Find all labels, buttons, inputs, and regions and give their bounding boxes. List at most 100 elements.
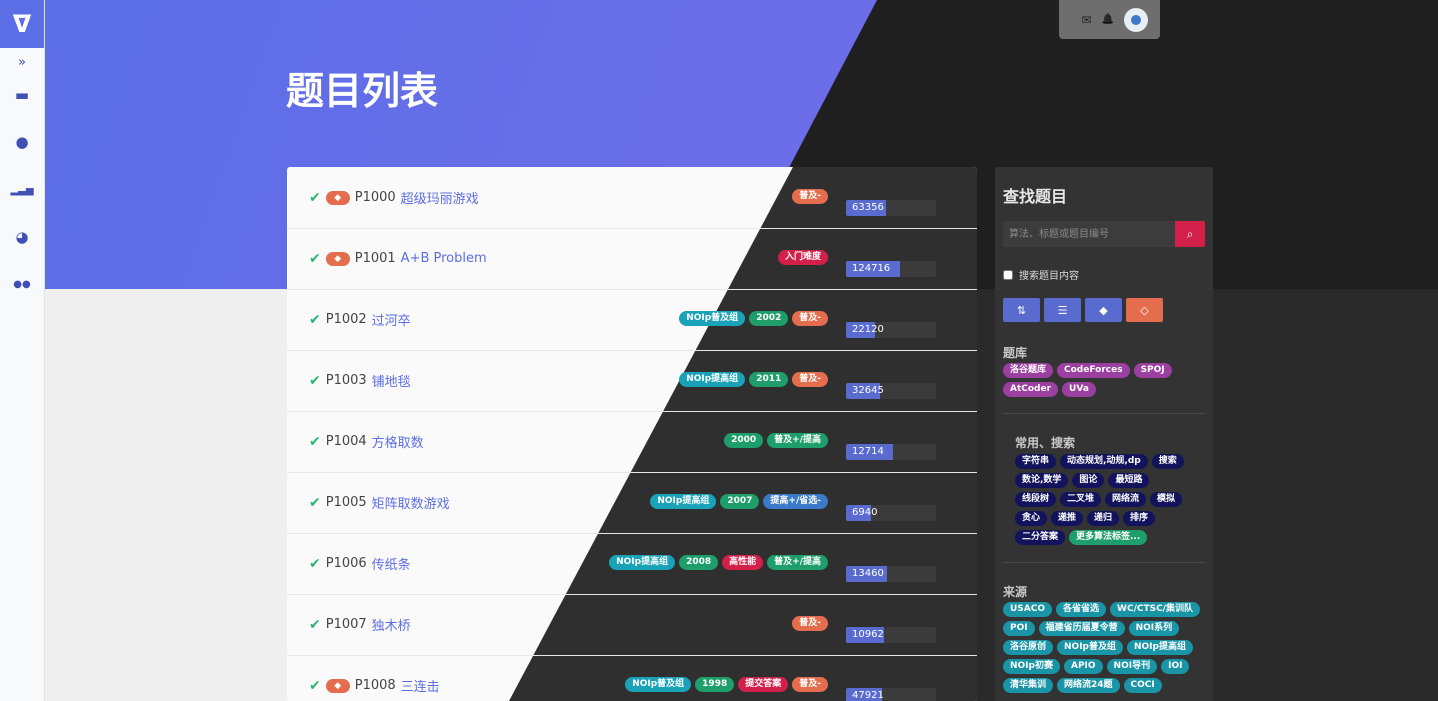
filter-chip[interactable]: 更多算法标签... (1069, 530, 1148, 545)
problem-tag[interactable]: NOIp普及组 (679, 311, 746, 326)
problem-tags: 2000 普及+/提高 (724, 433, 828, 448)
filter-chip[interactable]: USACO (1003, 602, 1053, 617)
signal-icon[interactable]: ▂▃▅ (0, 175, 44, 205)
filter-chip[interactable]: NOIp初赛 (1003, 659, 1060, 674)
filter-chip[interactable]: 动态规划,动规,dp (1060, 454, 1148, 469)
tags-icon[interactable]: ◆ (1085, 298, 1122, 322)
problem-title-link[interactable]: 独木桥 (372, 615, 411, 634)
section-title-library: 题库 (1003, 346, 1028, 360)
gem-icon: ◆ (325, 678, 350, 693)
problem-title-link[interactable]: 超级玛丽游戏 (401, 188, 479, 207)
filter-chip[interactable]: COCI (1123, 678, 1162, 693)
avatar[interactable] (1124, 7, 1148, 32)
problem-tag[interactable]: NOIp提高组 (650, 494, 717, 509)
problem-tag[interactable]: 普及- (792, 677, 828, 692)
problem-title-link[interactable]: 方格取数 (372, 432, 424, 451)
problem-title-link[interactable]: A+B Problem (401, 251, 487, 266)
filter-chip[interactable]: 线段树 (1015, 492, 1057, 507)
problem-tag[interactable]: 2000 (724, 433, 764, 448)
filter-chip[interactable]: 递推 (1051, 511, 1084, 526)
filter-chip[interactable]: 字符串 (1015, 454, 1057, 469)
mail-icon[interactable]: ✉ (1081, 13, 1091, 27)
filter-chip[interactable]: NOIp提高组 (1127, 640, 1193, 655)
problem-tag[interactable]: 普及+/提高 (767, 433, 828, 448)
problem-title-link[interactable]: 矩阵取数游戏 (372, 493, 450, 512)
problem-tag[interactable]: 普及- (792, 311, 828, 326)
problem-tag[interactable]: 1998 (695, 677, 735, 692)
problem-title-link[interactable]: 三连击 (401, 676, 440, 695)
search-button[interactable]: ⌕ (1175, 221, 1205, 247)
filter-chip[interactable]: 排序 (1123, 511, 1156, 526)
problem-tag[interactable]: 入门难度 (777, 250, 828, 265)
logo[interactable]: ᐁ (0, 0, 44, 48)
problem-tag[interactable]: 提高+/省选- (763, 494, 828, 509)
problem-tag[interactable]: 2011 (749, 372, 789, 387)
problem-tag[interactable]: NOIp提高组 (609, 555, 676, 570)
problem-tag[interactable]: 2007 (720, 494, 760, 509)
problem-tag[interactable]: 提交答案 (738, 677, 789, 692)
filter-chip[interactable]: NOI系列 (1128, 621, 1180, 636)
book-icon[interactable]: ▬ (0, 80, 44, 110)
sort-bars-icon[interactable]: ☰ (1044, 298, 1081, 322)
filter-chip[interactable]: 网络流24题 (1057, 678, 1120, 693)
filter-chip[interactable]: WC/CTSC/集训队 (1110, 602, 1200, 617)
problem-title-link[interactable]: 过河卒 (372, 310, 411, 329)
filter-chip[interactable]: CodeForces (1057, 363, 1130, 378)
problem-tags: 普及- (792, 189, 828, 204)
filter-chip[interactable]: 模拟 (1150, 492, 1183, 507)
problem-title-link[interactable]: 铺地毯 (372, 371, 411, 390)
problem-tag[interactable]: NOIp提高组 (679, 372, 746, 387)
problem-id: P1007 (325, 617, 367, 632)
bulb-icon[interactable]: ● (0, 127, 44, 157)
filter-chip[interactable]: 最短路 (1108, 473, 1150, 488)
filter-chip[interactable]: NOIp普及组 (1057, 640, 1123, 655)
filter-chip[interactable]: 洛谷题库 (1003, 363, 1054, 378)
filter-chip[interactable]: 二分答案 (1015, 530, 1066, 545)
filter-chip[interactable]: 网络流 (1105, 492, 1147, 507)
problem-id: P1008 (354, 678, 396, 693)
problem-tag[interactable]: 2002 (749, 311, 789, 326)
problem-tags: NOIp普及组 2002 普及- (679, 311, 828, 326)
filter-chip[interactable]: 贪心 (1015, 511, 1048, 526)
filter-chip[interactable]: 搜索 (1151, 454, 1184, 469)
problem-title-link[interactable]: 传纸条 (372, 554, 411, 573)
problem-tag[interactable]: 普及- (792, 616, 828, 631)
filter-chip[interactable]: UVa (1062, 382, 1096, 397)
bell-icon[interactable]: 🔔 (1102, 14, 1114, 25)
problem-tag[interactable]: 普及- (792, 372, 828, 387)
pass-rate-bar: 13460 (846, 566, 936, 582)
filter-chip[interactable]: NOI导刊 (1106, 659, 1158, 674)
problem-row: ✔ ◆ P1001 A+B Problem 入门难度 124716 (287, 228, 977, 290)
chat-icon[interactable]: ●● (0, 269, 44, 299)
pie-chart-icon[interactable]: ◕ (0, 222, 44, 252)
problem-tag[interactable]: 普及+/提高 (767, 555, 828, 570)
problem-tag[interactable]: 高性能 (722, 555, 764, 570)
tool-row: ⇅ ☰ ◆ ◇ (1003, 298, 1163, 322)
filter-chip[interactable]: SPOJ (1133, 363, 1172, 378)
search-content-toggle[interactable]: 搜索题目内容 (1003, 267, 1079, 282)
pass-rate-bar: 6940 (846, 505, 936, 521)
filter-chip[interactable]: 清华集训 (1003, 678, 1054, 693)
problem-tag[interactable]: 普及- (792, 189, 828, 204)
expand-icon[interactable]: » (0, 47, 44, 77)
filter-chip[interactable]: 福建省历届夏令营 (1038, 621, 1125, 636)
filter-chip[interactable]: 数论,数学 (1015, 473, 1069, 488)
filter-chip[interactable]: APIO (1063, 659, 1103, 674)
filter-chip[interactable]: 各省省选 (1056, 602, 1107, 617)
filter-chip[interactable]: 二叉堆 (1060, 492, 1102, 507)
filter-chip[interactable]: POI (1003, 621, 1035, 636)
gem-icon[interactable]: ◇ (1126, 298, 1163, 322)
search-content-checkbox[interactable] (1003, 269, 1013, 280)
filter-chip[interactable]: 洛谷原创 (1003, 640, 1054, 655)
problem-tag[interactable]: 2008 (679, 555, 719, 570)
search-input[interactable] (1003, 221, 1175, 247)
pass-rate-bar: 22120 (846, 322, 936, 338)
filter-chip[interactable]: AtCoder (1003, 382, 1059, 397)
sort-numeric-icon[interactable]: ⇅ (1003, 298, 1040, 322)
filter-chip[interactable]: IOI (1161, 659, 1190, 674)
problem-info: ✔ P1002 过河卒 (309, 289, 411, 350)
filter-chip[interactable]: 图论 (1072, 473, 1105, 488)
pass-rate-bar: 12714 (846, 444, 936, 460)
filter-chip[interactable]: 递归 (1087, 511, 1120, 526)
problem-tag[interactable]: NOIp普及组 (625, 677, 692, 692)
